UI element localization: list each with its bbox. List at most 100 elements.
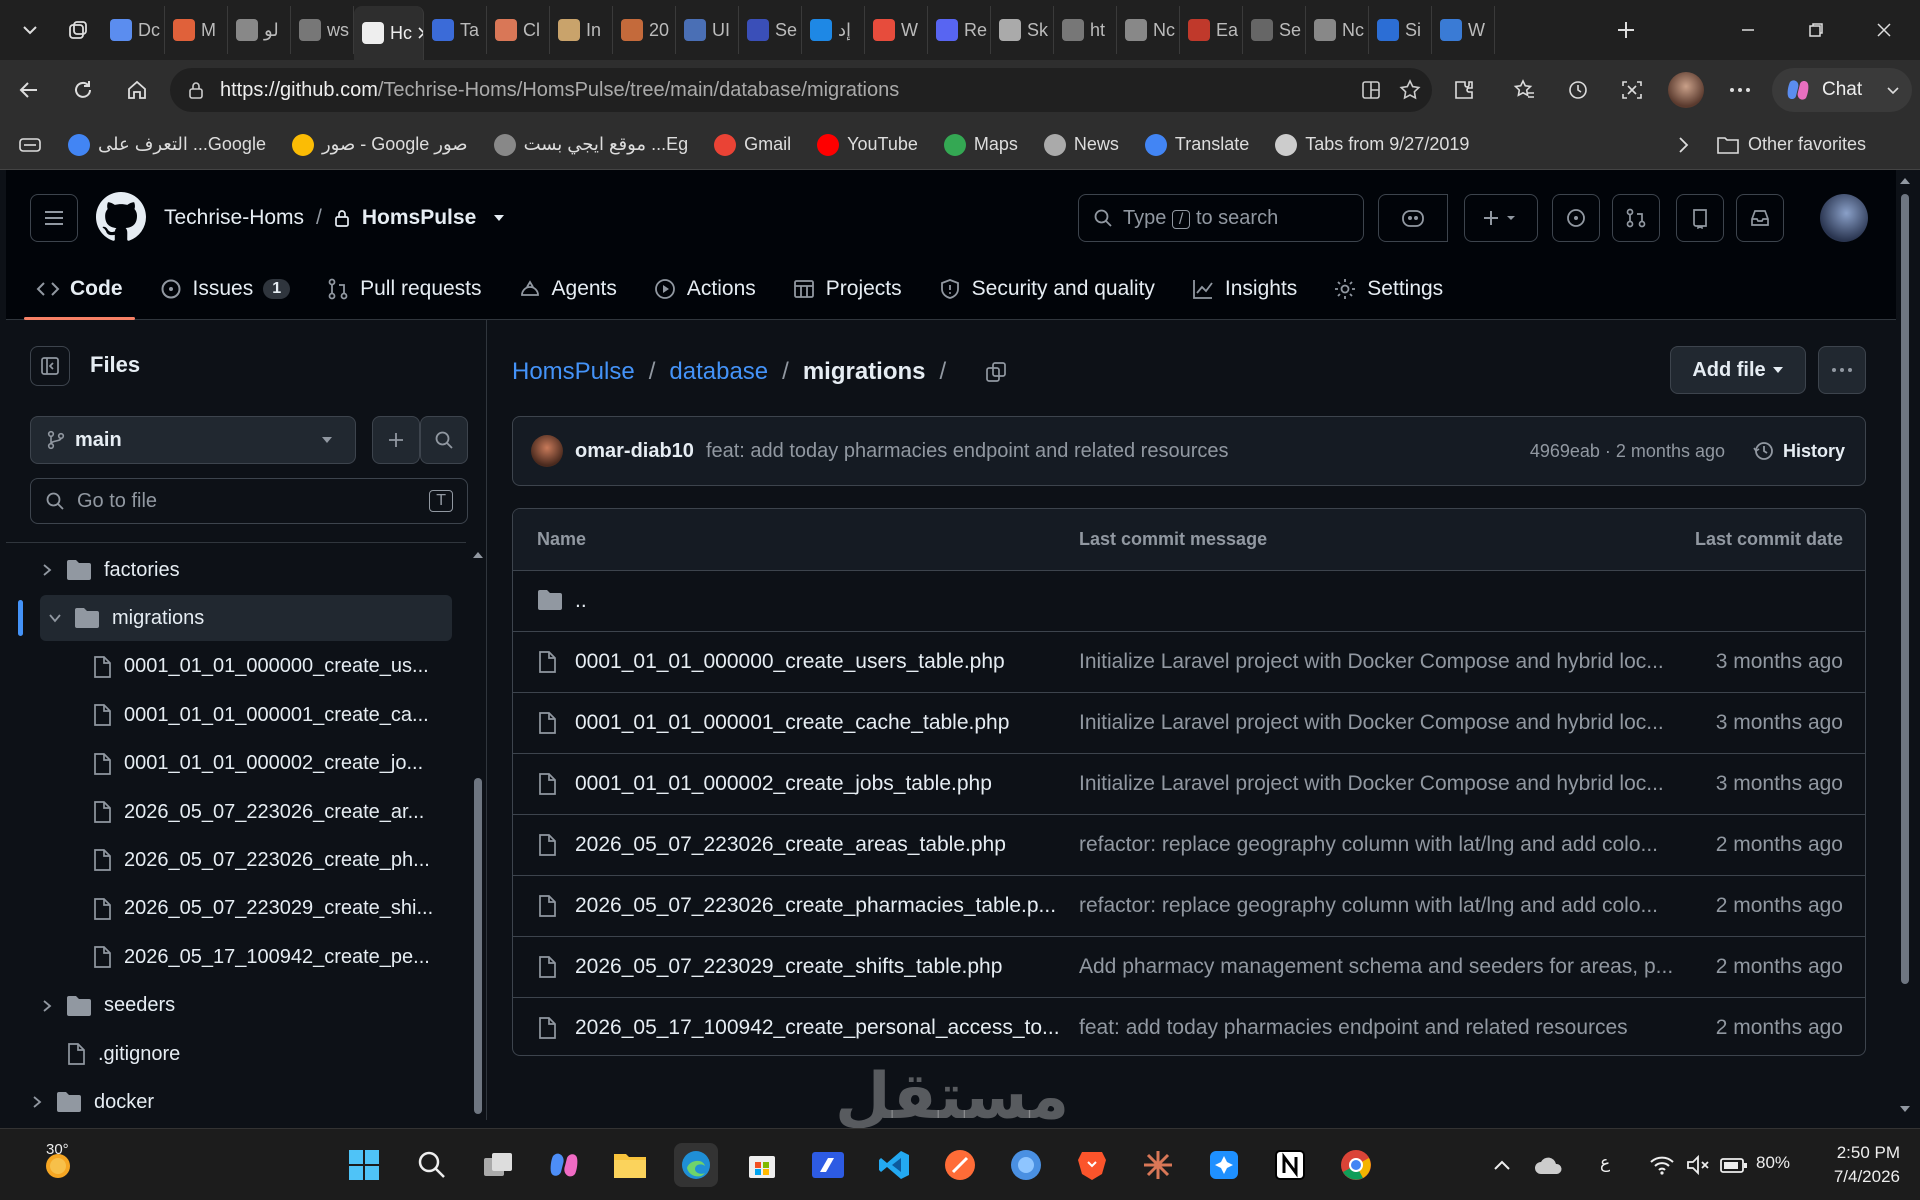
tab-security-and-quality[interactable]: Security and quality [926, 266, 1167, 312]
tab-issues[interactable]: Issues 1 [147, 266, 303, 312]
new-tab-button[interactable] [1602, 8, 1650, 52]
create-new-button[interactable] [1464, 194, 1538, 242]
repo-owner-link[interactable]: Techrise-Homs [164, 206, 304, 230]
start-icon[interactable] [342, 1143, 386, 1187]
tree-folder[interactable]: docker [30, 1079, 390, 1120]
tree-file[interactable]: .gitignore [40, 1031, 400, 1077]
app-blue-icon[interactable] [806, 1143, 850, 1187]
file-row[interactable]: 2026_05_17_100942_create_personal_access… [513, 998, 1865, 1055]
app-sparkle-icon[interactable] [1202, 1143, 1246, 1187]
browser-tab[interactable]: 20 [613, 6, 676, 54]
bookmark-item[interactable]: YouTube [817, 133, 918, 156]
favorite-star-icon[interactable] [1398, 78, 1422, 102]
browser-tab[interactable]: M [165, 6, 228, 54]
file-name-link[interactable]: 0001_01_01_000000_create_users_table.php [575, 650, 1005, 674]
browser-tab[interactable]: Se [739, 6, 802, 54]
browser-tab[interactable]: Nc [1117, 6, 1180, 54]
system-clock[interactable]: 2:50 PM 7/4/2026 [1800, 1141, 1900, 1189]
breadcrumb-folder-link[interactable]: database [669, 358, 768, 386]
file-name-link[interactable]: 0001_01_01_000002_create_jobs_table.php [575, 772, 992, 796]
github-logo-icon[interactable] [96, 192, 146, 242]
page-scrollbar[interactable] [1896, 170, 1914, 1120]
pull-requests-icon[interactable] [1612, 194, 1660, 242]
claude-icon[interactable] [1136, 1143, 1180, 1187]
browser-tab[interactable]: Sk [991, 6, 1054, 54]
tree-file[interactable]: 2026_05_17_100942_create_pe... [92, 934, 452, 980]
browser-tab[interactable]: إد [802, 6, 865, 54]
chevron-right-icon[interactable] [40, 563, 54, 577]
inbox-icon[interactable] [1736, 194, 1784, 242]
sidebar-scrollbar[interactable] [471, 546, 485, 1120]
workspaces-icon[interactable] [54, 8, 102, 52]
browser-tab[interactable]: Re [928, 6, 991, 54]
file-explorer-icon[interactable] [608, 1143, 652, 1187]
microsoft-store-icon[interactable] [740, 1143, 784, 1187]
bookmark-item[interactable]: التعرف على ...Google [68, 133, 266, 156]
browser-tab[interactable]: ht [1054, 6, 1117, 54]
app-cloud-icon[interactable] [1004, 1143, 1048, 1187]
copy-path-icon[interactable] [984, 360, 1008, 384]
reading-list-icon[interactable] [18, 135, 42, 155]
home-icon[interactable] [110, 66, 164, 114]
branch-selector[interactable]: main [30, 416, 356, 464]
tree-file[interactable]: 2026_05_07_223029_create_shi... [92, 886, 452, 932]
user-avatar[interactable] [1820, 194, 1868, 242]
browser-tab[interactable]: Hc [354, 6, 424, 60]
profile-avatar[interactable] [1668, 72, 1704, 108]
postman-icon[interactable] [938, 1143, 982, 1187]
restore-icon[interactable] [1788, 0, 1844, 60]
repo-name-link[interactable]: HomsPulse [362, 206, 476, 230]
browser-tab[interactable]: Se [1243, 6, 1306, 54]
edge-browser-icon[interactable] [674, 1143, 718, 1187]
browser-tab[interactable]: Si [1369, 6, 1432, 54]
chevron-right-icon[interactable] [30, 1095, 44, 1109]
file-commit-message-link[interactable]: Add pharmacy management schema and seede… [1079, 955, 1673, 979]
file-commit-message-link[interactable]: refactor: replace geography column with … [1079, 894, 1658, 918]
file-row[interactable]: 2026_05_07_223026_create_areas_table.php… [513, 815, 1865, 876]
copilot-taskbar-icon[interactable] [542, 1143, 586, 1187]
commit-author-avatar[interactable] [531, 435, 563, 467]
search-files-button[interactable] [420, 416, 468, 464]
other-favorites[interactable]: Other favorites [1716, 134, 1866, 155]
tree-file[interactable]: 0001_01_01_000002_create_jo... [92, 741, 452, 787]
onedrive-icon[interactable] [1526, 1143, 1570, 1187]
split-screen-icon[interactable] [1360, 79, 1382, 101]
refresh-icon[interactable] [56, 66, 110, 114]
chevron-right-icon[interactable] [40, 999, 54, 1013]
screenshot-icon[interactable] [1614, 72, 1650, 108]
issues-icon[interactable] [1552, 194, 1600, 242]
extensions-icon[interactable] [1446, 72, 1482, 108]
commit-author[interactable]: omar-diab10 [575, 440, 694, 463]
input-language[interactable]: ع [1600, 1153, 1610, 1173]
more-options-button[interactable] [1818, 346, 1866, 394]
file-row[interactable]: 0001_01_01_000001_create_cache_table.php… [513, 693, 1865, 754]
bookmark-item[interactable]: News [1043, 133, 1119, 156]
file-row[interactable]: 0001_01_01_000002_create_jobs_table.php I… [513, 754, 1865, 815]
bookmark-item[interactable]: موقع ايجي بست ...Eg [493, 133, 688, 156]
parent-directory-row[interactable]: .. [513, 571, 1865, 632]
browser-tab[interactable]: Cl [487, 6, 550, 54]
history-button[interactable]: History [1753, 440, 1845, 462]
go-to-file-input[interactable]: Go to file T [30, 478, 468, 524]
browser-tab[interactable]: In [550, 6, 613, 54]
bookmark-item[interactable]: صور - Google صور [291, 133, 468, 156]
commit-meta[interactable]: 4969eab · 2 months ago [1530, 441, 1725, 462]
tree-file[interactable]: 0001_01_01_000000_create_us... [92, 644, 452, 690]
tab-projects[interactable]: Projects [780, 266, 914, 312]
brave-icon[interactable] [1070, 1143, 1114, 1187]
browser-tab[interactable]: Nc [1306, 6, 1369, 54]
file-commit-message-link[interactable]: Initialize Laravel project with Docker C… [1079, 650, 1664, 674]
browser-tab[interactable]: ws [291, 6, 354, 54]
tab-settings[interactable]: Settings [1321, 266, 1455, 312]
collapse-sidebar-button[interactable] [30, 346, 70, 386]
task-view-icon[interactable] [476, 1143, 520, 1187]
tree-file[interactable]: 0001_01_01_000001_create_ca... [92, 692, 452, 738]
tab-code[interactable]: Code [24, 266, 135, 320]
browser-tab[interactable]: W [1432, 6, 1495, 54]
browser-tab[interactable]: لو [228, 6, 291, 54]
tab-actions[interactable]: Actions [641, 266, 768, 312]
browser-tab[interactable]: Ea [1180, 6, 1243, 54]
site-info-icon[interactable] [186, 80, 206, 100]
notion-icon[interactable] [1268, 1143, 1312, 1187]
browser-tab[interactable]: W [865, 6, 928, 54]
